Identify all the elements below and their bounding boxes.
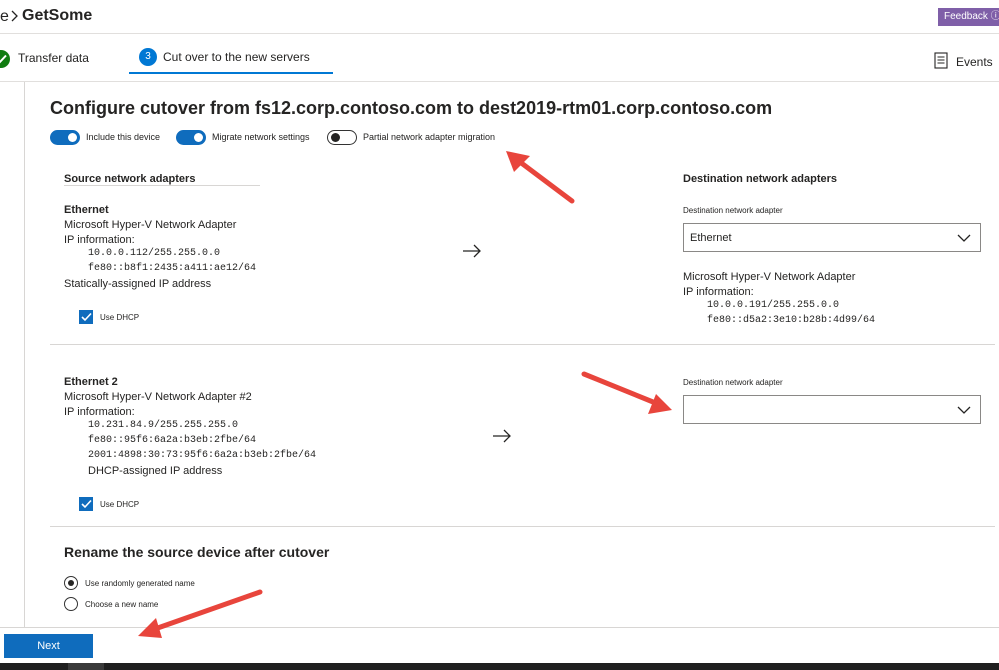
adapter-description: Microsoft Hyper-V Network Adapter bbox=[64, 219, 237, 231]
app-title: GetSome bbox=[22, 7, 93, 24]
chevron-right-icon bbox=[11, 10, 18, 22]
nav-rail-divider bbox=[24, 82, 25, 627]
dest-ip-address: 10.0.0.191/255.255.0.0 bbox=[707, 300, 840, 311]
source-adapters-heading: Source network adapters bbox=[64, 173, 196, 185]
breadcrumb-previous[interactable]: e bbox=[0, 8, 9, 26]
use-dhcp-checkbox[interactable] bbox=[79, 310, 93, 324]
document-list-icon bbox=[934, 52, 948, 69]
toggle-switch[interactable] bbox=[327, 130, 357, 145]
ip-info-label: IP information: bbox=[64, 406, 135, 418]
toggle-switch[interactable] bbox=[50, 130, 80, 145]
arrow-right-icon bbox=[493, 429, 511, 443]
top-header: e GetSome Feedback ⓘ bbox=[0, 0, 999, 34]
taskbar-item[interactable] bbox=[68, 663, 104, 670]
dest-adapter-description: Microsoft Hyper-V Network Adapter bbox=[683, 271, 856, 283]
toggle-label: Migrate network settings bbox=[212, 132, 310, 142]
chevron-down-icon bbox=[957, 234, 971, 242]
dest-adapter-label: Destination network adapter bbox=[683, 206, 783, 215]
section-divider bbox=[50, 526, 995, 527]
toggle-label: Partial network adapter migration bbox=[363, 132, 496, 142]
adapter-name: Ethernet 2 bbox=[64, 376, 118, 388]
destination-adapters-heading: Destination network adapters bbox=[683, 173, 838, 185]
ip-assignment: Statically-assigned IP address bbox=[64, 278, 212, 290]
destination-adapter-dropdown[interactable]: Ethernet bbox=[683, 223, 981, 252]
section-divider bbox=[50, 344, 995, 345]
red-arrow-annotation bbox=[581, 371, 672, 414]
arrow-right-icon bbox=[463, 244, 481, 258]
dest-adapter-label: Destination network adapter bbox=[683, 378, 783, 387]
next-button[interactable]: Next bbox=[4, 634, 93, 658]
page-title: Configure cutover from fs12.corp.contoso… bbox=[50, 98, 773, 118]
radio-random-name[interactable] bbox=[64, 576, 78, 590]
info-icon: ⓘ bbox=[990, 11, 999, 22]
checkmark-icon bbox=[0, 50, 10, 68]
feedback-label: Feedback bbox=[944, 11, 988, 22]
active-tab-indicator bbox=[129, 72, 333, 74]
os-taskbar bbox=[0, 663, 999, 670]
ip-address: fe80::b8f1:2435:a411:ae12/64 bbox=[88, 263, 257, 274]
dest-ip-info-label: IP information: bbox=[683, 286, 754, 298]
use-dhcp-label: Use DHCP bbox=[100, 313, 140, 322]
use-dhcp-checkbox[interactable] bbox=[79, 497, 93, 511]
dropdown-value: Ethernet bbox=[690, 232, 732, 244]
wizard-steps: Transfer data 3 Cut over to the new serv… bbox=[0, 34, 999, 82]
events-button[interactable]: Events bbox=[934, 52, 996, 70]
heading-underline bbox=[64, 185, 260, 186]
use-dhcp-label: Use DHCP bbox=[100, 500, 140, 509]
events-label: Events bbox=[956, 55, 993, 69]
destination-adapter-dropdown[interactable] bbox=[683, 395, 981, 424]
rename-section-title: Rename the source device after cutover bbox=[64, 544, 330, 560]
tab-transfer-data[interactable]: Transfer data bbox=[18, 51, 89, 65]
ip-address: fe80::95f6:6a2a:b3eb:2fbe/64 bbox=[88, 435, 257, 446]
toggle-label: Include this device bbox=[86, 132, 161, 142]
ip-address: 10.231.84.9/255.255.255.0 bbox=[88, 420, 239, 431]
step-number-badge: 3 bbox=[139, 48, 157, 66]
ip-assignment: DHCP-assigned IP address bbox=[88, 465, 223, 477]
radio-choose-name[interactable] bbox=[64, 597, 78, 611]
toggle-switch[interactable] bbox=[176, 130, 206, 145]
dest-ip-address: fe80::d5a2:3e10:b28b:4d99/64 bbox=[707, 315, 876, 326]
tab-cut-over[interactable]: Cut over to the new servers bbox=[163, 50, 310, 64]
ip-info-label: IP information: bbox=[64, 234, 135, 246]
adapter-description: Microsoft Hyper-V Network Adapter #2 bbox=[64, 391, 252, 403]
ip-address: 2001:4898:30:73:95f6:6a2a:b3eb:2fbe/64 bbox=[88, 450, 317, 461]
feedback-button[interactable]: Feedback ⓘ bbox=[938, 8, 999, 26]
ip-address: 10.0.0.112/255.255.0.0 bbox=[88, 248, 221, 259]
adapter-name: Ethernet bbox=[64, 204, 109, 216]
red-arrow-annotation bbox=[506, 151, 575, 204]
red-arrow-annotation bbox=[138, 589, 263, 638]
chevron-down-icon bbox=[957, 406, 971, 414]
